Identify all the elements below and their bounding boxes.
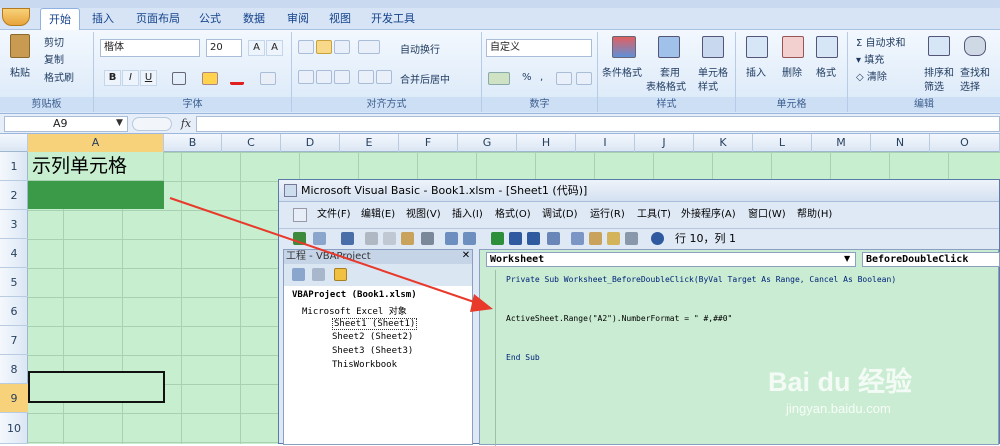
arrow-head <box>470 294 493 312</box>
arrow-shaft <box>169 197 481 305</box>
watermark-url: jingyan.baidu.com <box>786 401 891 416</box>
watermark-brand: Bai du 经验 <box>768 367 913 397</box>
